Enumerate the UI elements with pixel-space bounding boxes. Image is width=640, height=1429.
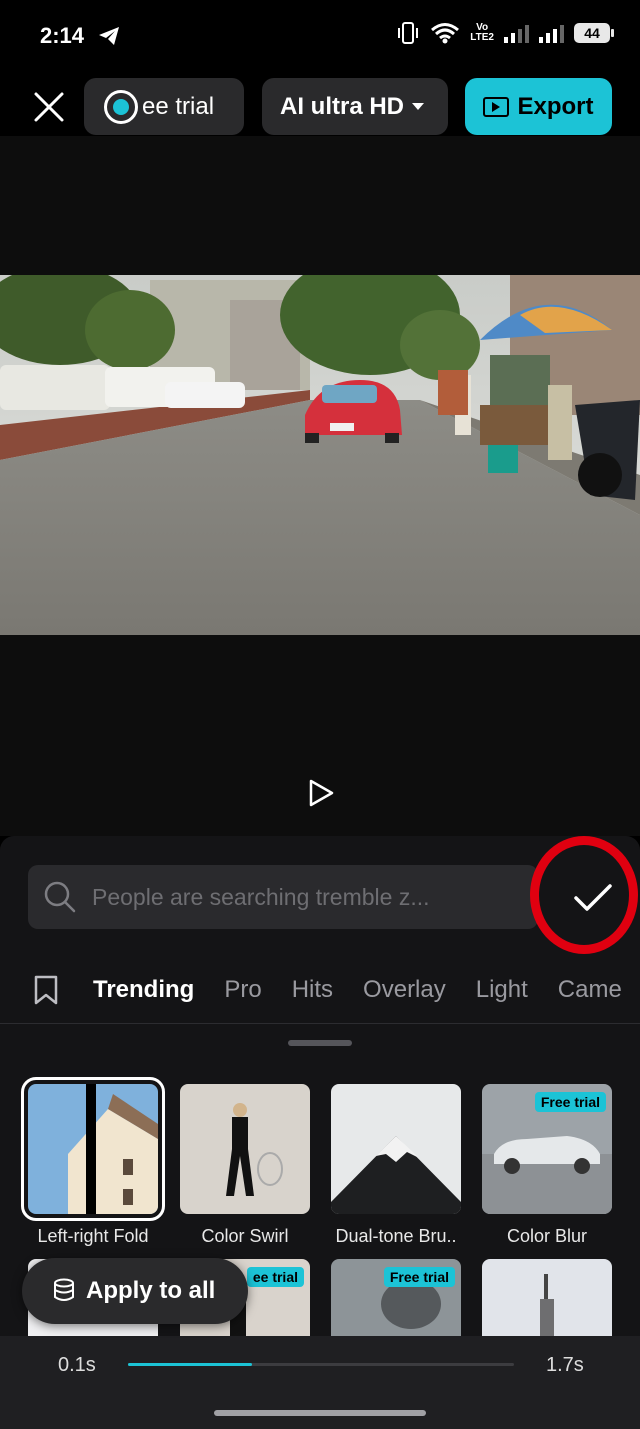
tab-overlay[interactable]: Overlay	[363, 976, 446, 1004]
tab-light[interactable]: Light	[476, 976, 528, 1004]
rocket-icon	[104, 89, 138, 124]
effect-thumbnail	[180, 1084, 310, 1214]
quality-dropdown[interactable]: AI ultra HD	[262, 78, 448, 135]
chevron-down-icon	[412, 103, 425, 110]
free-trial-button[interactable]: ee trial	[84, 78, 244, 135]
effect-label: Dual-tone Bru..	[335, 1226, 457, 1246]
status-bar: 2:14 Vo LTE2 44	[0, 0, 640, 72]
effect-color-swirl[interactable]	[180, 1084, 310, 1214]
free-trial-badge: ee trial	[246, 1267, 304, 1287]
apply-to-all-button[interactable]: Apply to all	[22, 1258, 248, 1324]
export-button[interactable]: Export	[465, 78, 612, 135]
checkmark-icon	[574, 884, 612, 911]
wifi-icon	[431, 23, 460, 44]
effects-panel: People are searching tremble z... Trendi…	[0, 836, 640, 1429]
quality-label: AI ultra HD	[280, 92, 405, 120]
street-scene-image	[0, 275, 640, 635]
effect-tile-row2[interactable]	[482, 1259, 612, 1336]
tab-pro[interactable]: Pro	[224, 976, 261, 1004]
effect-dual-tone-brush[interactable]	[331, 1084, 461, 1214]
duration-slider-fill	[128, 1363, 252, 1366]
effect-color-blur[interactable]: Free trial	[482, 1084, 612, 1214]
editor-toolbar: ee trial AI ultra HD Export	[0, 78, 640, 136]
export-icon	[483, 96, 510, 117]
play-button[interactable]	[306, 778, 336, 808]
bookmark-icon[interactable]	[33, 975, 59, 1005]
duration-min-label: 0.1s	[58, 1354, 96, 1376]
network-type-label: Vo LTE2	[470, 23, 494, 43]
free-trial-badge: Free trial	[383, 1267, 455, 1287]
tab-camera[interactable]: Came	[558, 976, 622, 1004]
duration-slider[interactable]	[128, 1363, 514, 1366]
status-time: 2:14	[40, 23, 85, 48]
close-icon	[34, 92, 64, 122]
effect-tile-row2[interactable]: Free trial	[331, 1259, 461, 1336]
battery-level: 44	[584, 25, 600, 41]
battery-icon: 44	[574, 23, 614, 43]
stack-icon	[54, 1278, 74, 1301]
effect-label: Color Blur	[506, 1226, 588, 1246]
effect-thumbnail	[331, 1084, 461, 1214]
search-input[interactable]: People are searching tremble z...	[28, 865, 538, 929]
duration-max-label: 1.7s	[546, 1354, 584, 1376]
effect-thumbnail	[482, 1259, 612, 1336]
apply-to-all-label: Apply to all	[86, 1277, 216, 1304]
close-button[interactable]	[30, 88, 68, 126]
tab-hits[interactable]: Hits	[292, 976, 333, 1004]
category-tabs: Trending Pro Hits Overlay Light Came	[0, 956, 640, 1024]
signal-icon-2	[539, 23, 564, 43]
tab-trending[interactable]: Trending	[93, 976, 194, 1004]
effect-left-right-fold[interactable]	[21, 1077, 165, 1221]
telegram-icon	[99, 27, 120, 45]
effect-label: Left-right Fold	[37, 1226, 149, 1246]
vibrate-icon	[398, 22, 419, 44]
search-placeholder: People are searching tremble z...	[92, 883, 430, 910]
free-trial-label: ee trial	[142, 92, 215, 120]
tabs-divider	[0, 1023, 640, 1024]
video-preview[interactable]	[0, 275, 640, 635]
network-label-bottom: LTE2	[470, 32, 494, 43]
duration-control: 0.1s 1.7s	[0, 1336, 640, 1429]
signal-icon	[504, 23, 529, 43]
free-trial-badge: Free trial	[534, 1092, 606, 1112]
effect-label: Color Swirl	[201, 1226, 289, 1246]
export-label: Export	[517, 92, 594, 120]
search-icon	[44, 881, 76, 913]
effect-thumbnail	[28, 1084, 158, 1214]
confirm-button[interactable]	[530, 836, 640, 956]
home-indicator[interactable]	[214, 1410, 426, 1416]
drag-handle[interactable]	[288, 1040, 352, 1046]
